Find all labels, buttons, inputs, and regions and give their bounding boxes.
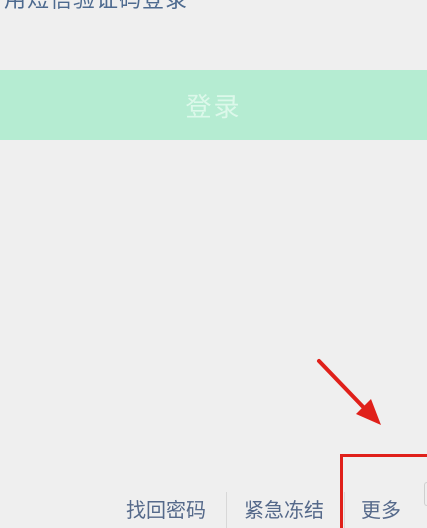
more-link[interactable]: 更多	[361, 492, 401, 528]
find-password-link[interactable]: 找回密码	[126, 492, 206, 528]
sms-login-link[interactable]: 用短信验证码登录	[4, 0, 188, 12]
footer-divider	[344, 492, 345, 528]
login-button[interactable]: 登录	[0, 70, 427, 140]
footer-links: 找回密码 紧急冻结 更多	[0, 492, 427, 528]
emergency-freeze-link[interactable]: 紧急冻结	[244, 492, 324, 528]
footer-divider	[226, 492, 227, 528]
